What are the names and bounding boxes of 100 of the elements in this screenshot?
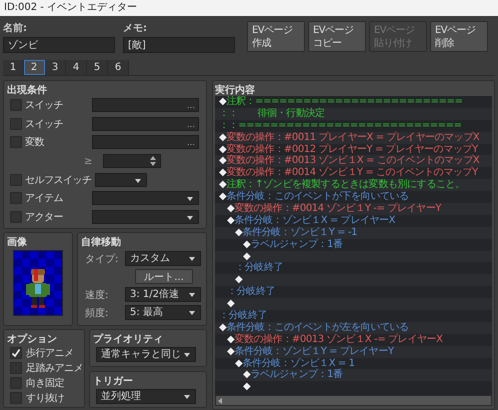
checkbox[interactable] bbox=[10, 377, 22, 389]
picker-field[interactable]: … bbox=[92, 116, 199, 131]
bullet-marker: ◆ bbox=[243, 238, 250, 251]
bullet-marker: ： bbox=[227, 286, 237, 298]
checkbox[interactable] bbox=[10, 362, 22, 374]
command-row[interactable]: ◆変数の操作：#0014 ゾンビ１Y -= プレイヤーY bbox=[215, 203, 492, 215]
group-title: 画像 bbox=[7, 236, 27, 248]
page-tab[interactable]: 6 bbox=[108, 60, 129, 75]
dropdown[interactable] bbox=[92, 191, 199, 206]
caret-icon bbox=[187, 197, 193, 202]
window-title: ID:002 - イベントエディター bbox=[0, 0, 498, 16]
checkbox[interactable] bbox=[10, 210, 22, 223]
page-button[interactable]: EVページ 作成 bbox=[247, 21, 305, 52]
command-row[interactable]: ◆変数の操作：#0011 プレイヤーX = プレイヤーのマップX bbox=[215, 132, 492, 144]
checkbox[interactable] bbox=[10, 99, 22, 112]
name-field[interactable]: ゾンビ bbox=[3, 37, 115, 53]
caret-icon bbox=[134, 178, 140, 183]
type-dropdown[interactable]: カスタム bbox=[125, 251, 201, 266]
caret-icon bbox=[189, 311, 195, 315]
priority-dropdown[interactable]: 通常キャラと同じ bbox=[96, 347, 196, 362]
bullet-marker: ◆ bbox=[235, 226, 242, 239]
command-row[interactable]: ◆注釈：↑ゾンビを複製するときは変数も別にすること。 bbox=[215, 179, 492, 192]
command-text: 変数の操作：#0011 プレイヤーX = プレイヤーのマップX bbox=[226, 132, 480, 144]
frequency-dropdown[interactable]: 5: 最高 bbox=[125, 305, 201, 320]
command-row[interactable]: ◆変数の操作：#0013 ゾンビ１X = このイベントのマップX bbox=[215, 155, 492, 168]
command-text: 変数の操作：#0014 ゾンビ１Y -= プレイヤーY bbox=[234, 203, 442, 214]
caret-icon bbox=[189, 293, 195, 297]
command-row[interactable]: ◆条件分岐：ゾンビ１Y = -1 bbox=[215, 226, 492, 239]
bullet-marker: ◆ bbox=[219, 191, 226, 204]
name-label: 名前: bbox=[3, 22, 28, 35]
condition-label: 変数 bbox=[25, 136, 45, 150]
command-row[interactable]: ◆ bbox=[215, 381, 492, 394]
bullet-marker: ◆ bbox=[227, 346, 234, 358]
bullet-marker: ◆ bbox=[219, 96, 226, 108]
bullet-marker: ◆ bbox=[235, 274, 242, 286]
command-row[interactable]: ◆ bbox=[215, 298, 492, 310]
command-row[interactable]: ：分岐終了 bbox=[215, 262, 492, 274]
checkbox[interactable] bbox=[10, 347, 22, 359]
command-row[interactable]: ：：============================ bbox=[215, 120, 492, 132]
speed-dropdown[interactable]: 3: 1/2倍速 bbox=[125, 287, 201, 302]
checkbox[interactable] bbox=[10, 136, 22, 148]
memo-label: メモ: bbox=[123, 22, 148, 35]
page-button[interactable]: EVページ 削除 bbox=[430, 21, 488, 52]
command-row[interactable]: ：分岐終了 bbox=[215, 286, 492, 298]
group-title: トリガー bbox=[93, 374, 134, 386]
condition-label: スイッチ bbox=[25, 99, 64, 112]
page-tab[interactable]: 1 bbox=[3, 60, 24, 75]
page-tab[interactable]: 4 bbox=[66, 60, 87, 75]
command-row[interactable]: ◆条件分岐：ゾンビ１X = 1 bbox=[215, 358, 492, 370]
command-row[interactable]: ◆条件分岐：このイベントが左を向いている bbox=[215, 322, 492, 334]
speed-label: 速度: bbox=[84, 288, 110, 302]
bullet-marker: ◆ bbox=[219, 132, 226, 144]
browse-button[interactable]: … bbox=[187, 136, 195, 150]
number-spinner[interactable] bbox=[103, 154, 161, 168]
page-button[interactable]: EVページ コピー bbox=[308, 21, 366, 52]
bullet-marker: ◆ bbox=[219, 167, 226, 180]
command-row[interactable]: ◆変数の操作：#0012 プレイヤーY = プレイヤーのマップY bbox=[215, 144, 492, 156]
group-title: オプション bbox=[7, 332, 58, 345]
bullet-marker: ◆ bbox=[219, 322, 226, 334]
scroll-left-icon[interactable] bbox=[218, 398, 222, 404]
command-text: 条件分岐：ゾンビ１Y = -1 bbox=[242, 226, 358, 238]
group-title: プライオリティ bbox=[93, 332, 164, 345]
spinner-arrows-icon bbox=[150, 156, 156, 166]
caret-icon bbox=[184, 353, 190, 357]
command-text: ：============================ bbox=[228, 120, 462, 132]
page-tab[interactable]: 2 bbox=[24, 60, 45, 75]
page-tab[interactable]: 5 bbox=[87, 60, 108, 75]
command-row[interactable]: ◆変数の操作：#0014 ゾンビ１Y = このイベントのマップY bbox=[215, 167, 492, 180]
checkbox[interactable] bbox=[10, 174, 22, 186]
horizontal-scrollbar[interactable] bbox=[215, 395, 492, 406]
page-tab[interactable]: 3 bbox=[45, 60, 66, 75]
memo-field[interactable]: [敵] bbox=[123, 37, 235, 53]
command-row[interactable]: ◆変数の操作：#0013 ゾンビ１X -= プレイヤーX bbox=[215, 334, 492, 346]
frequency-label: 頻度: bbox=[84, 306, 110, 320]
bullet-marker: ◆ bbox=[235, 358, 242, 370]
command-row[interactable]: ◆ラベルジャンプ：1番 bbox=[215, 238, 492, 251]
trigger-dropdown[interactable]: 並列処理 bbox=[96, 388, 196, 404]
route-button[interactable]: ルート... bbox=[135, 269, 193, 284]
checkbox[interactable] bbox=[10, 118, 22, 130]
command-row[interactable]: ◆ラベルジャンプ：1番 bbox=[215, 369, 492, 382]
checkbox[interactable] bbox=[10, 392, 22, 404]
dropdown[interactable] bbox=[92, 210, 199, 224]
bullet-marker: ◆ bbox=[227, 334, 234, 346]
command-row[interactable]: ：分岐終了 bbox=[215, 310, 492, 322]
picker-field[interactable]: … bbox=[92, 135, 199, 150]
command-row[interactable]: ◆ bbox=[215, 250, 492, 262]
command-row[interactable]: ：： 徘徊・行動決定 bbox=[215, 108, 492, 120]
command-row[interactable]: ◆条件分岐：ゾンビ１X = プレイヤーX bbox=[215, 214, 492, 227]
browse-button[interactable]: … bbox=[187, 99, 195, 114]
command-text: 条件分岐：このイベントが左を向いている bbox=[226, 322, 409, 334]
picker-field[interactable]: … bbox=[92, 98, 199, 112]
comparison-label: ≥ bbox=[84, 156, 94, 167]
command-row[interactable]: ◆条件分岐：このイベントが下を向いている bbox=[215, 191, 492, 204]
option-label: 歩行アニメ bbox=[26, 346, 74, 360]
browse-button[interactable]: … bbox=[187, 118, 195, 132]
command-row[interactable]: ◆条件分岐：ゾンビ１Y = プレイヤーY bbox=[215, 346, 492, 358]
command-row[interactable]: ◆ bbox=[215, 274, 492, 286]
checkbox[interactable] bbox=[10, 192, 22, 204]
command-text: 分岐終了 bbox=[244, 262, 284, 274]
condition-label: セルフスイッチ bbox=[25, 174, 92, 187]
